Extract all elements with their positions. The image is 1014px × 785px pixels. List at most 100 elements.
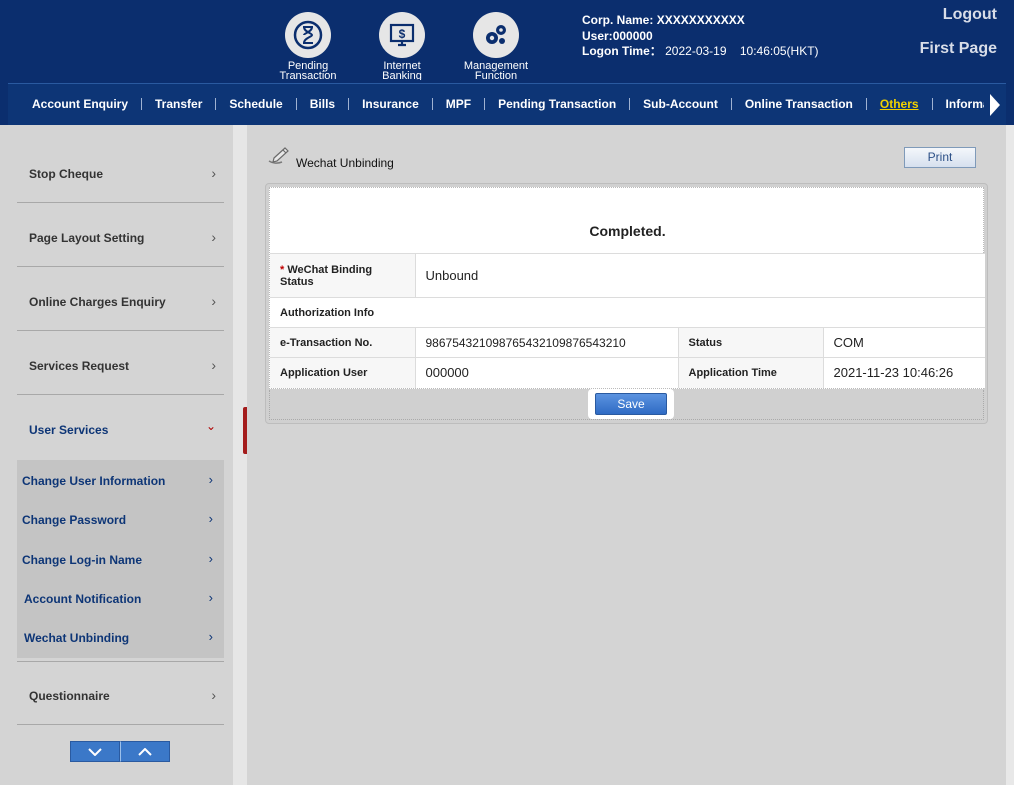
nav-insurance[interactable]: Insurance	[349, 98, 433, 110]
e-transaction-no-label: e-Transaction No.	[270, 327, 416, 358]
status-label: Status	[678, 327, 824, 358]
chevron-right-icon: ›	[211, 687, 216, 703]
result-content: Completed. * WeChat Binding Status Unbou…	[269, 187, 985, 389]
chevron-right-icon: ›	[211, 229, 216, 245]
result-panel: Completed. * WeChat Binding Status Unbou…	[265, 183, 988, 424]
gears-icon	[473, 12, 519, 58]
result-table: * WeChat Binding Status Unbound Authoriz…	[270, 253, 985, 388]
logon-time-value: 2022-03-19 10:46:05(HKT)	[665, 44, 819, 58]
sidebar-item-services-request[interactable]: Services Request ›	[17, 331, 224, 395]
monitor-dollar-icon: $	[379, 12, 425, 58]
chevron-right-icon: ›	[208, 511, 213, 526]
chevron-right-icon: ›	[208, 629, 213, 644]
sidebar-item-label: Questionnaire	[29, 689, 110, 703]
sidebar-item-label: Online Charges Enquiry	[29, 295, 166, 309]
nav-mpf[interactable]: MPF	[433, 98, 486, 110]
corp-name-value: XXXXXXXXXXX	[656, 13, 745, 27]
application-user-value: 000000	[415, 357, 679, 388]
hourglass-icon	[285, 12, 331, 58]
user-value: 000000	[612, 28, 653, 43]
corp-name-label: Corp. Name:	[582, 13, 654, 27]
sidebar-item-label: User Services	[29, 423, 109, 437]
internet-banking-label: Internet Banking	[382, 60, 422, 82]
management-function-shortcut[interactable]: Management Function	[451, 12, 541, 82]
chevron-right-icon: ›	[208, 590, 213, 605]
page-title: Wechat Unbinding	[296, 156, 394, 170]
table-row: * WeChat Binding Status Unbound	[270, 253, 985, 298]
submenu-item-label: Change Log-in Name	[22, 553, 143, 567]
nav-schedule[interactable]: Schedule	[216, 98, 297, 110]
sidebar-item-page-layout-setting[interactable]: Page Layout Setting ›	[17, 203, 224, 267]
sidebar-item-questionnaire[interactable]: Questionnaire ›	[17, 661, 224, 725]
submenu-item-change-login-name[interactable]: Change Log-in Name ›	[22, 551, 217, 567]
e-transaction-no-value: 98675432109876543210987654321​0	[415, 327, 679, 358]
nav-account-enquiry[interactable]: Account Enquiry	[18, 98, 143, 110]
sidebar-item-label: Page Layout Setting	[29, 231, 145, 245]
logout-link[interactable]: Logout	[943, 6, 997, 24]
right-edge	[1006, 125, 1014, 785]
chevron-down-icon: ⌄	[205, 419, 216, 433]
submenu-item-label: Account Notification	[24, 592, 142, 606]
pending-transaction-label: Pending Transaction	[279, 60, 337, 82]
nav-others[interactable]: Others	[867, 98, 933, 110]
submenu-item-label: Wechat Unbinding	[24, 631, 130, 645]
sidebar: Stop Cheque › Page Layout Setting › Onli…	[8, 125, 233, 785]
table-row: Authorization Info	[270, 297, 985, 328]
nav-bills[interactable]: Bills	[297, 98, 350, 110]
chevron-down-icon	[88, 747, 102, 756]
sidebar-item-online-charges-enquiry[interactable]: Online Charges Enquiry ›	[17, 267, 224, 331]
submenu-item-change-user-information[interactable]: Change User Information ›	[22, 472, 217, 488]
chevron-up-icon	[138, 747, 152, 756]
submenu-item-label: Change User Information	[22, 474, 166, 488]
submenu-item-account-notification[interactable]: Account Notification ›	[24, 590, 219, 606]
application-time-label: Application Time	[678, 357, 824, 388]
scroll-down-button[interactable]	[70, 741, 120, 762]
sidebar-scroll-controls	[70, 741, 170, 762]
main-nav: Account Enquiry Transfer Schedule Bills …	[0, 80, 1014, 125]
nav-inner: Account Enquiry Transfer Schedule Bills …	[8, 83, 1006, 125]
chevron-right-icon: ›	[208, 472, 213, 487]
status-value: COM	[823, 327, 985, 358]
internet-banking-shortcut[interactable]: $ Internet Banking	[357, 12, 447, 82]
chevron-right-icon: ›	[208, 551, 213, 566]
logon-time-label: Logon Time：	[582, 44, 662, 58]
nav-pending-transaction[interactable]: Pending Transaction	[485, 98, 631, 110]
pencil-edit-icon	[268, 147, 289, 164]
session-info: Corp. Name: XXXXXXXXXXX User:000000 Logo…	[582, 13, 819, 60]
nav-items: Account Enquiry Transfer Schedule Bills …	[18, 84, 1006, 124]
first-page-link[interactable]: First Page	[920, 40, 997, 58]
completed-message: Completed.	[589, 223, 666, 239]
table-row: e-Transaction No. 9867543210987654321098…	[270, 327, 985, 358]
submenu-item-change-password[interactable]: Change Password ›	[22, 511, 217, 527]
user-services-submenu: Change User Information › Change Passwor…	[17, 460, 224, 658]
arrow-right-icon	[990, 94, 1000, 116]
submenu-item-label: Change Password	[22, 513, 127, 527]
submenu-item-wechat-unbinding[interactable]: Wechat Unbinding ›	[24, 629, 219, 645]
binding-status-value: Unbound	[415, 253, 985, 298]
chevron-right-icon: ›	[211, 357, 216, 373]
chevron-right-icon: ›	[211, 165, 216, 181]
nav-online-transaction[interactable]: Online Transaction	[732, 98, 867, 110]
scroll-up-button[interactable]	[120, 741, 170, 762]
pending-transaction-shortcut[interactable]: Pending Transaction	[263, 12, 353, 82]
application-time-value: 2021-11-23 10:46:26	[823, 357, 985, 388]
print-button[interactable]: Print	[904, 147, 976, 168]
binding-status-label-text: WeChat Binding Status	[280, 263, 373, 288]
user-label: User:	[582, 28, 613, 43]
table-row: Application User 000000 Application Time…	[270, 357, 985, 388]
sidebar-item-label: Services Request	[29, 359, 130, 373]
chevron-right-icon: ›	[211, 293, 216, 309]
sidebar-item-user-services[interactable]: User Services ⌄	[17, 395, 224, 459]
sidebar-item-label: Stop Cheque	[29, 167, 103, 181]
header: Pending Transaction $ Internet Banking M…	[0, 0, 1014, 82]
save-button[interactable]: Save	[595, 393, 667, 415]
nav-sub-account[interactable]: Sub-Account	[630, 98, 732, 110]
authorization-info-header: Authorization Info	[270, 297, 985, 328]
required-asterisk: *	[280, 263, 285, 276]
svg-text:$: $	[399, 27, 406, 41]
application-user-label: Application User	[270, 357, 416, 388]
binding-status-label: * WeChat Binding Status	[270, 253, 416, 298]
sidebar-item-stop-cheque[interactable]: Stop Cheque ›	[17, 155, 224, 203]
nav-transfer[interactable]: Transfer	[142, 98, 217, 110]
nav-scroll-right-button[interactable]	[984, 84, 1006, 125]
